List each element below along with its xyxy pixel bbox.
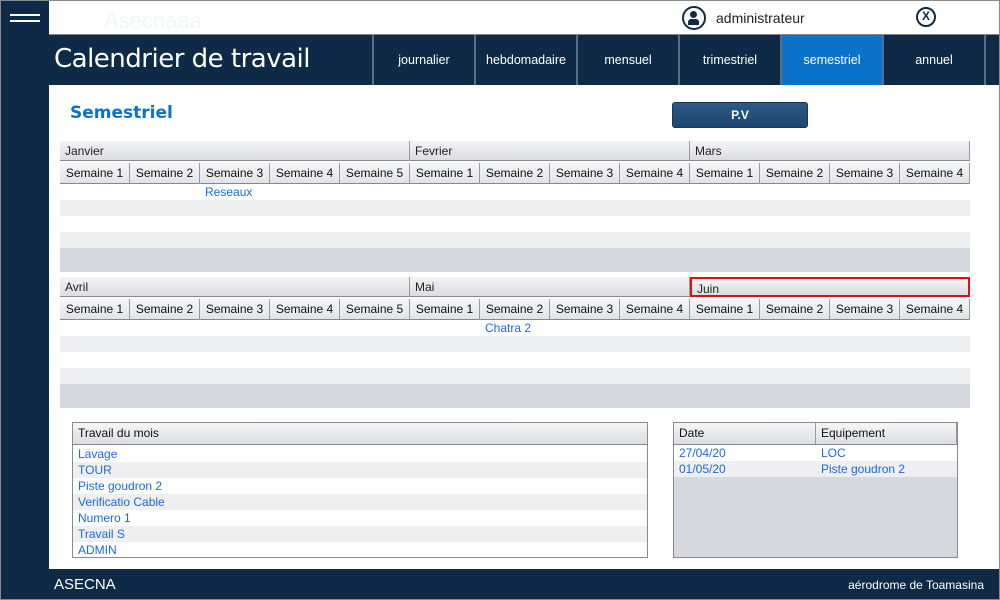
user-info[interactable]: administrateur	[682, 6, 805, 30]
tab-trimestriel[interactable]: trimestriel	[678, 35, 780, 85]
page-title: Calendrier de travail	[54, 44, 311, 74]
week-header[interactable]: Semaine 4	[900, 299, 970, 320]
week-header[interactable]: Semaine 1	[410, 163, 480, 184]
travail-du-mois-list: Travail du mois Lavage TOUR Piste goudron …	[72, 422, 648, 558]
footer: ASECNA aérodrome de Toamasina	[49, 569, 1000, 600]
week-header[interactable]: Semaine 1	[410, 299, 480, 320]
equipement-table: Date Equipement 27/04/20 LOC 01/05/20 Piste…	[673, 422, 958, 558]
footer-location: aérodrome de Toamasina	[848, 578, 984, 592]
cell-equipement: LOC	[821, 446, 846, 460]
week-header[interactable]: Semaine 2	[760, 299, 830, 320]
week-header[interactable]: Semaine 3	[830, 299, 900, 320]
week-header[interactable]: Semaine 2	[480, 163, 550, 184]
month-header: Janvier	[60, 141, 410, 161]
week-header[interactable]: Semaine 1	[690, 299, 760, 320]
username: administrateur	[716, 10, 805, 26]
week-header[interactable]: Semaine 5	[340, 299, 410, 320]
cell-equipement: Piste goudron 2	[821, 462, 906, 476]
week-header[interactable]: Semaine 3	[550, 299, 620, 320]
list-item[interactable]: Verificatio Cable	[73, 494, 647, 510]
month-header: Avril	[60, 277, 410, 297]
week-header[interactable]: Semaine 3	[200, 163, 270, 184]
column-header-equipement: Equipement	[816, 423, 957, 444]
month-header: Fevrier	[410, 141, 690, 161]
list-item[interactable]: Travail S	[73, 526, 647, 542]
tab-divider	[984, 35, 998, 85]
month-header: Mai	[410, 277, 690, 297]
week-header[interactable]: Semaine 2	[760, 163, 830, 184]
week-header[interactable]: Semaine 4	[900, 163, 970, 184]
tab-annuel[interactable]: annuel	[882, 35, 984, 85]
user-icon	[682, 6, 706, 30]
table-row[interactable]: 01/05/20 Piste goudron 2	[674, 461, 957, 477]
view-tabs: journalier hebdomadaire mensuel trimestr…	[372, 35, 998, 85]
month-header-selected[interactable]: Juin	[690, 277, 970, 297]
column-header-date: Date	[674, 423, 816, 444]
section-title: Semestriel	[70, 103, 173, 123]
week-header[interactable]: Semaine 4	[270, 163, 340, 184]
table-row[interactable]: 27/04/20 LOC	[674, 445, 957, 461]
tab-hebdomadaire[interactable]: hebdomadaire	[474, 35, 576, 85]
list-item[interactable]: ADMIN	[73, 542, 647, 558]
week-header[interactable]: Semaine 3	[550, 163, 620, 184]
week-header[interactable]: Semaine 3	[200, 299, 270, 320]
calendar-event[interactable]: Reseaux	[205, 185, 252, 199]
week-header[interactable]: Semaine 3	[830, 163, 900, 184]
list-item[interactable]: Numero 1	[73, 510, 647, 526]
tab-journalier[interactable]: journalier	[372, 35, 474, 85]
list-item[interactable]: TOUR	[73, 462, 647, 478]
cell-date: 27/04/20	[679, 446, 726, 460]
week-header[interactable]: Semaine 5	[340, 163, 410, 184]
week-header[interactable]: Semaine 2	[480, 299, 550, 320]
week-header[interactable]: Semaine 1	[60, 299, 130, 320]
calendar-event[interactable]: Chatra 2	[485, 321, 531, 335]
list-item[interactable]: Lavage	[73, 446, 647, 462]
list-header: Travail du mois	[78, 426, 159, 440]
footer-brand: ASECNA	[54, 576, 116, 593]
calendar-grid-q2: Avril Mai Juin Semaine 1 Semaine 2 Semaine…	[60, 277, 970, 408]
sidebar	[0, 0, 49, 600]
calendar-grid-q1: Janvier Fevrier Mars Semaine 1 Semaine 2S…	[60, 141, 970, 272]
top-bar: Asecnaaa	[49, 0, 1000, 35]
list-item[interactable]: Piste goudron 2	[73, 478, 647, 494]
month-header: Mars	[690, 141, 970, 161]
close-icon[interactable]: X	[916, 7, 936, 27]
header: Calendrier de travail journalier hebdoma…	[49, 35, 1000, 85]
week-header[interactable]: Semaine 1	[60, 163, 130, 184]
tab-mensuel[interactable]: mensuel	[576, 35, 678, 85]
watermark: Asecnaaa	[104, 8, 202, 33]
tab-semestriel[interactable]: semestriel	[780, 35, 882, 85]
week-header[interactable]: Semaine 2	[130, 299, 200, 320]
week-header[interactable]: Semaine 4	[270, 299, 340, 320]
week-header[interactable]: Semaine 4	[620, 163, 690, 184]
week-header[interactable]: Semaine 2	[130, 163, 200, 184]
hamburger-menu-icon[interactable]	[10, 14, 40, 24]
week-header[interactable]: Semaine 4	[620, 299, 690, 320]
week-header[interactable]: Semaine 1	[690, 163, 760, 184]
pv-button[interactable]: P.V	[672, 102, 808, 128]
cell-date: 01/05/20	[679, 462, 726, 476]
